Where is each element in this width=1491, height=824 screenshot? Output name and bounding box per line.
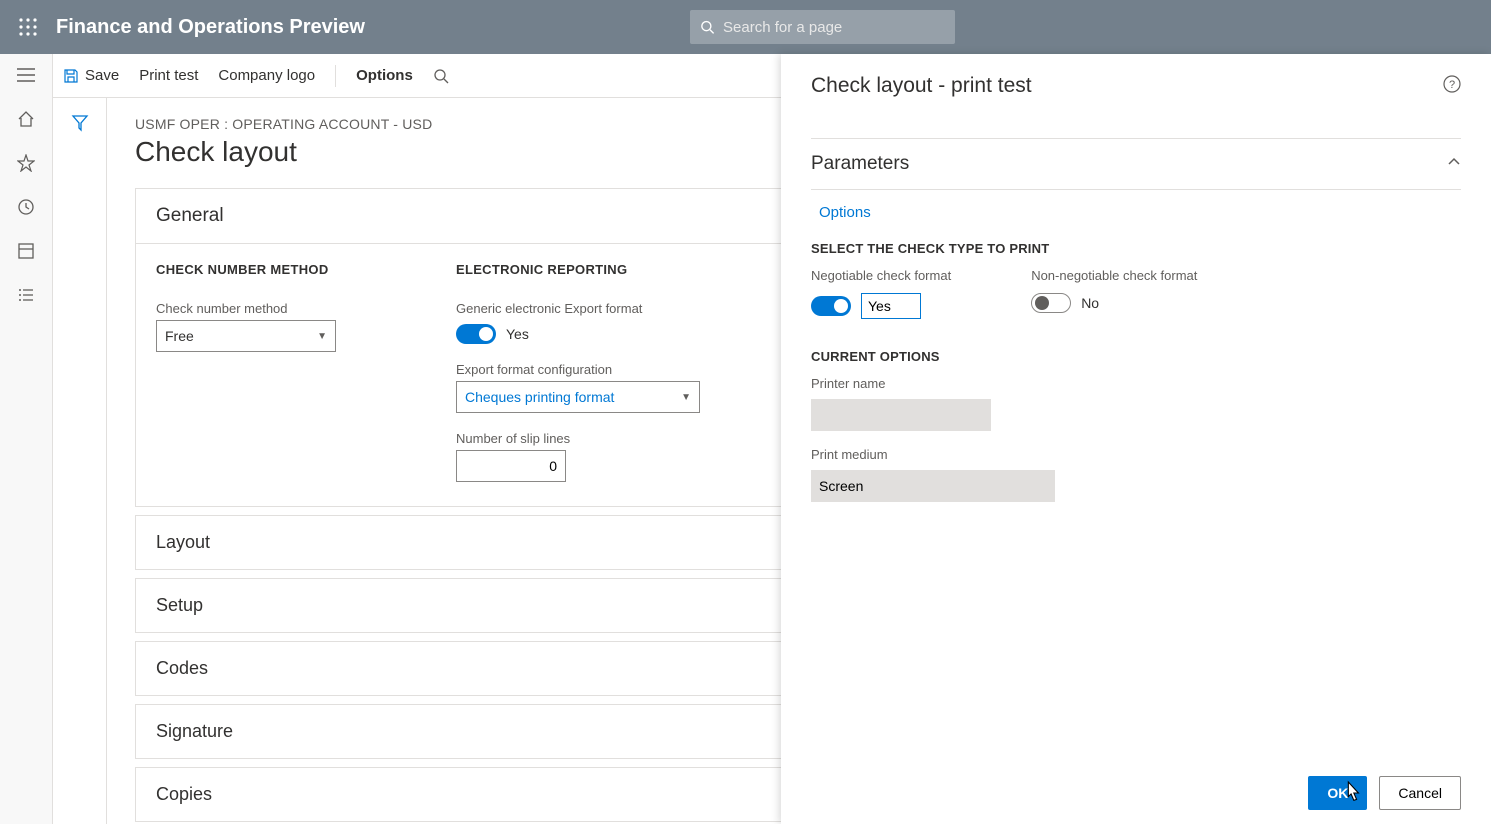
modules-icon[interactable] xyxy=(15,284,37,306)
hamburger-icon[interactable] xyxy=(15,64,37,86)
search-icon xyxy=(700,19,715,35)
recent-icon[interactable] xyxy=(15,196,37,218)
top-bar: Finance and Operations Preview xyxy=(0,0,1491,54)
ok-button[interactable]: OK xyxy=(1308,776,1367,810)
parameters-heading: Parameters xyxy=(811,153,909,175)
non-negotiable-toggle[interactable] xyxy=(1031,293,1071,313)
chevron-down-icon: ▼ xyxy=(681,392,691,403)
export-config-label: Export format configuration xyxy=(456,362,700,377)
help-icon[interactable]: ? xyxy=(1443,75,1461,98)
home-icon[interactable] xyxy=(15,108,37,130)
export-config-dropdown[interactable]: Cheques printing format ▼ xyxy=(456,381,700,413)
select-check-type-heading: SELECT THE CHECK TYPE TO PRINT xyxy=(811,241,1461,256)
main-area: Save Print test Company logo Options USM… xyxy=(53,54,1491,824)
printer-name-field xyxy=(811,399,991,431)
panel-title: Check layout - print test xyxy=(811,74,1032,98)
search-input[interactable] xyxy=(723,19,945,36)
save-button[interactable]: Save xyxy=(63,67,119,84)
group-electronic-reporting: ELECTRONIC REPORTING xyxy=(456,262,700,277)
cancel-button[interactable]: Cancel xyxy=(1379,776,1461,810)
print-medium-label: Print medium xyxy=(811,447,1461,462)
parameters-section-header[interactable]: Parameters xyxy=(811,138,1461,190)
check-number-method-dropdown[interactable]: Free ▼ xyxy=(156,320,336,352)
filter-icon[interactable] xyxy=(71,114,89,137)
printer-name-label: Printer name xyxy=(811,376,1461,391)
negotiable-value-input[interactable] xyxy=(861,293,921,319)
export-config-value: Cheques printing format xyxy=(465,389,614,405)
non-negotiable-value: No xyxy=(1081,295,1099,311)
print-medium-field xyxy=(811,470,1055,502)
generic-export-format-toggle[interactable] xyxy=(456,324,496,344)
waffle-icon[interactable] xyxy=(10,9,46,45)
check-number-method-label: Check number method xyxy=(156,301,396,316)
save-icon xyxy=(63,68,79,84)
slip-lines-label: Number of slip lines xyxy=(456,431,700,446)
slip-lines-input[interactable] xyxy=(456,450,566,482)
check-number-method-value: Free xyxy=(165,328,194,344)
non-negotiable-label: Non-negotiable check format xyxy=(1031,268,1197,283)
company-logo-button[interactable]: Company logo xyxy=(218,67,315,84)
negotiable-label: Negotiable check format xyxy=(811,268,951,283)
options-button[interactable]: Options xyxy=(356,67,413,84)
options-link[interactable]: Options xyxy=(819,204,871,221)
toolbar-search-icon[interactable] xyxy=(433,68,449,84)
group-check-number-method: CHECK NUMBER METHOD xyxy=(156,262,396,277)
chevron-up-icon xyxy=(1447,155,1461,174)
negotiable-toggle[interactable] xyxy=(811,296,851,316)
generic-export-format-value: Yes xyxy=(506,326,529,342)
app-title: Finance and Operations Preview xyxy=(56,16,365,39)
star-icon[interactable] xyxy=(15,152,37,174)
save-label: Save xyxy=(85,67,119,84)
toolbar-separator xyxy=(335,65,336,87)
chevron-down-icon: ▼ xyxy=(317,331,327,342)
svg-text:?: ? xyxy=(1449,79,1455,91)
search-box[interactable] xyxy=(690,10,955,44)
current-options-heading: CURRENT OPTIONS xyxy=(811,349,1461,364)
left-rail xyxy=(0,54,53,824)
print-test-panel: Check layout - print test ? Parameters O… xyxy=(781,54,1491,824)
generic-export-format-label: Generic electronic Export format xyxy=(456,301,700,316)
filter-column xyxy=(53,98,107,824)
print-test-button[interactable]: Print test xyxy=(139,67,198,84)
workspace-icon[interactable] xyxy=(15,240,37,262)
